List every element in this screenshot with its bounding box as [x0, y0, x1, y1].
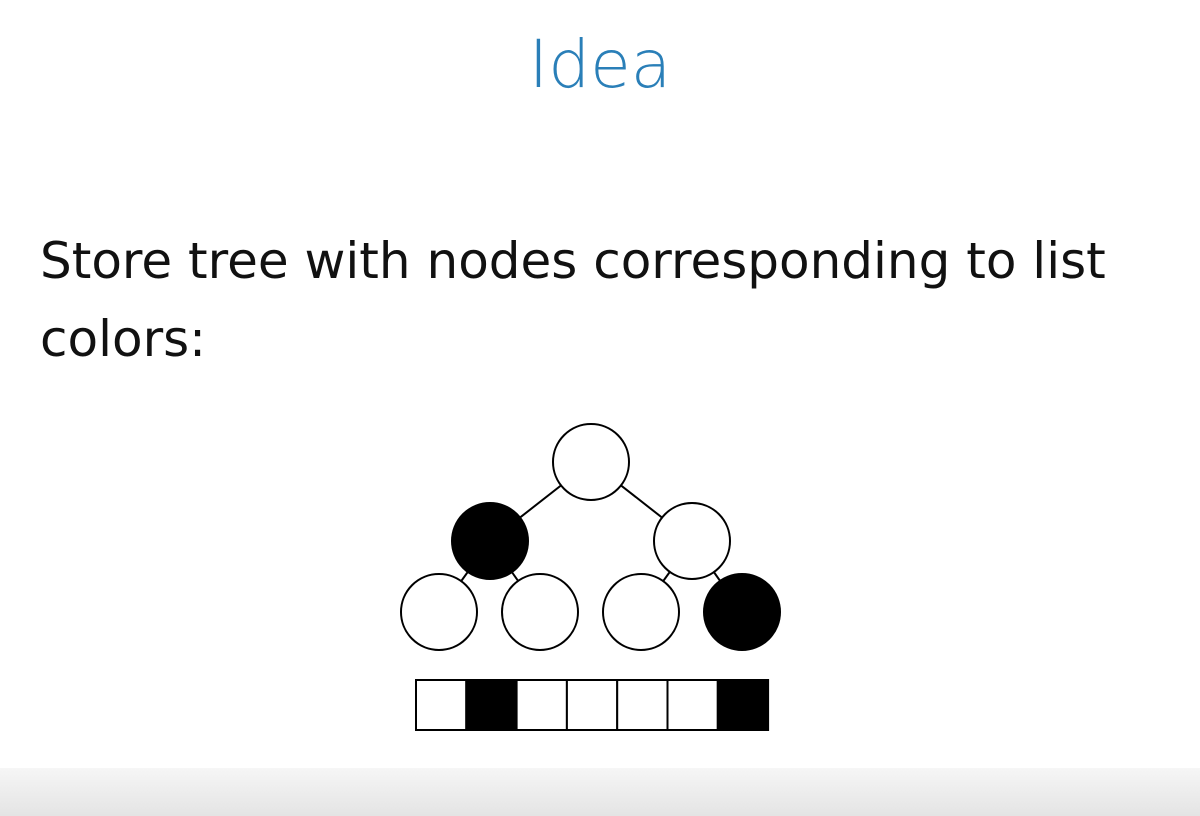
tree-node-white — [653, 502, 731, 580]
tree-node-white — [501, 573, 579, 651]
list-cell-white — [616, 679, 669, 731]
tree-and-list-diagram — [400, 423, 781, 731]
tree-node-white — [400, 573, 478, 651]
list-cell-black — [716, 679, 770, 731]
tree-node-black — [703, 573, 781, 651]
list-cell-white — [415, 679, 468, 731]
tree-node-white — [602, 573, 680, 651]
list-cell-white — [565, 679, 619, 731]
tree-nodes — [400, 423, 781, 651]
list-cell-black — [465, 679, 518, 731]
slide: Idea Store tree with nodes corresponding… — [0, 0, 1200, 816]
video-bottom-bar — [0, 768, 1200, 816]
list-cell-white — [515, 679, 568, 731]
tree-node-black — [451, 502, 529, 580]
list-cell-white — [666, 679, 719, 731]
color-list — [415, 679, 770, 731]
tree-node-white — [552, 423, 630, 501]
